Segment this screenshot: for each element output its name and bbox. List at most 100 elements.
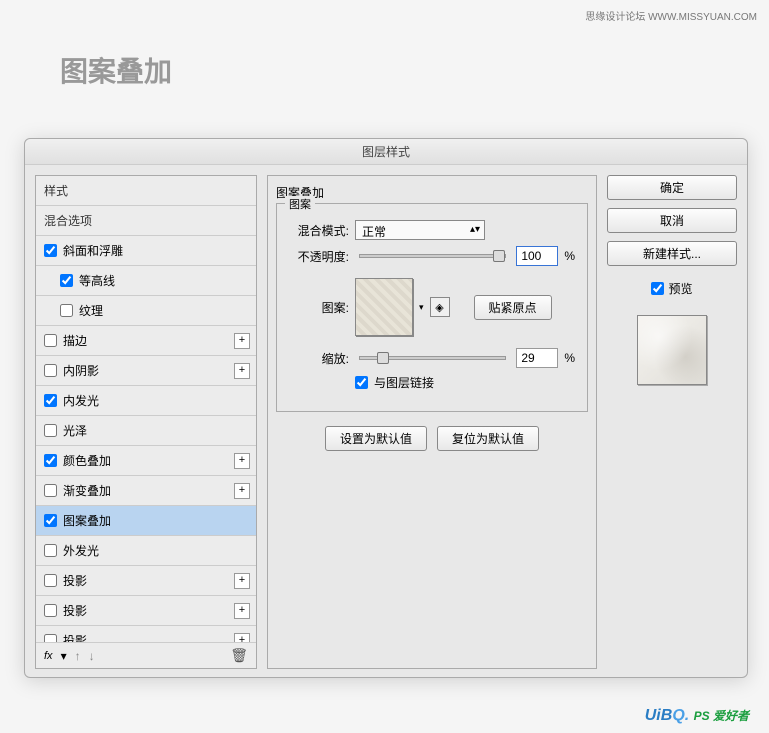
style-label: 渐变叠加 [63, 482, 111, 499]
style-checkbox[interactable] [60, 304, 73, 317]
watermark: UiBQ. PS 爱好者 [645, 707, 749, 725]
style-row[interactable]: 描边 + [36, 326, 256, 356]
style-row[interactable]: 等高线 [36, 266, 256, 296]
styles-list-panel: 样式混合选项斜面和浮雕等高线纹理描边 + 内阴影 + 内发光光泽颜色叠加 + 渐变叠加 + 图案… [35, 175, 257, 669]
new-style-button[interactable]: 新建样式... [607, 241, 737, 266]
opacity-slider[interactable] [359, 254, 506, 258]
style-checkbox[interactable] [44, 334, 57, 347]
style-checkbox[interactable] [44, 544, 57, 557]
add-effect-icon[interactable]: + [234, 633, 250, 643]
preview-checkbox[interactable] [651, 282, 664, 295]
add-effect-icon[interactable]: + [234, 333, 250, 349]
style-label: 内阴影 [63, 362, 99, 379]
style-checkbox[interactable] [44, 364, 57, 377]
style-checkbox[interactable] [44, 604, 57, 617]
style-row[interactable]: 混合选项 [36, 206, 256, 236]
style-label: 外发光 [63, 542, 99, 559]
style-checkbox[interactable] [60, 274, 73, 287]
right-button-panel: 确定 取消 新建样式... 预览 [607, 175, 737, 669]
source-caption: 思缘设计论坛 WWW.MISSYUAN.COM [585, 8, 757, 23]
style-row[interactable]: 投影 + [36, 566, 256, 596]
style-label: 纹理 [79, 302, 103, 319]
style-checkbox[interactable] [44, 424, 57, 437]
style-checkbox[interactable] [44, 454, 57, 467]
styles-list: 样式混合选项斜面和浮雕等高线纹理描边 + 内阴影 + 内发光光泽颜色叠加 + 渐变叠加 + 图案… [36, 176, 256, 642]
opacity-label: 不透明度: [289, 248, 349, 265]
style-row[interactable]: 渐变叠加 + [36, 476, 256, 506]
style-checkbox[interactable] [44, 484, 57, 497]
style-row[interactable]: 样式 [36, 176, 256, 206]
style-label: 等高线 [79, 272, 115, 289]
style-row[interactable]: 斜面和浮雕 [36, 236, 256, 266]
style-checkbox[interactable] [44, 634, 57, 642]
add-effect-icon[interactable]: + [234, 483, 250, 499]
blend-mode-label: 混合模式: [289, 222, 349, 239]
style-row[interactable]: 外发光 [36, 536, 256, 566]
add-effect-icon[interactable]: + [234, 453, 250, 469]
style-row[interactable]: 颜色叠加 + [36, 446, 256, 476]
fx-menu[interactable]: fx [44, 650, 53, 662]
style-row[interactable]: 光泽 [36, 416, 256, 446]
style-label: 图案叠加 [63, 512, 111, 529]
preview-label: 预览 [668, 280, 692, 297]
style-row[interactable]: 图案叠加 [36, 506, 256, 536]
layer-style-dialog: 图层样式 样式混合选项斜面和浮雕等高线纹理描边+内阴影+内发光光泽颜色叠加+渐变… [24, 138, 748, 678]
add-effect-icon[interactable]: + [234, 573, 250, 589]
pattern-dropdown-icon[interactable]: ▾ [419, 302, 424, 313]
dialog-title: 图层样式 [25, 139, 747, 165]
link-layer-checkbox[interactable] [355, 376, 368, 389]
scale-label: 缩放: [289, 350, 349, 367]
style-label: 混合选项 [44, 212, 92, 229]
move-up-icon[interactable]: ↑ [75, 649, 81, 663]
slider-thumb[interactable] [493, 250, 505, 262]
style-checkbox[interactable] [44, 514, 57, 527]
link-layer-label: 与图层链接 [374, 374, 434, 391]
chevron-updown-icon: ▴▾ [470, 224, 480, 235]
style-label: 斜面和浮雕 [63, 242, 123, 259]
styles-footer: fx ▾ ↑ ↓ 🗑 [36, 642, 256, 668]
style-checkbox[interactable] [44, 244, 57, 257]
trash-icon[interactable]: 🗑 [230, 647, 248, 664]
style-checkbox[interactable] [44, 574, 57, 587]
move-down-icon[interactable]: ↓ [89, 649, 95, 663]
style-label: 描边 [63, 332, 87, 349]
slider-thumb[interactable] [377, 352, 389, 364]
style-row[interactable]: 内发光 [36, 386, 256, 416]
scale-slider[interactable] [359, 356, 506, 360]
style-label: 投影 [63, 602, 87, 619]
preview-thumbnail [637, 315, 707, 385]
style-label: 投影 [63, 572, 87, 589]
set-default-button[interactable]: 设置为默认值 [325, 426, 427, 451]
style-checkbox[interactable] [44, 394, 57, 407]
add-effect-icon[interactable]: + [234, 603, 250, 619]
style-row[interactable]: 投影 + [36, 596, 256, 626]
percent-label: % [564, 249, 575, 263]
style-label: 样式 [44, 182, 68, 199]
add-effect-icon[interactable]: + [234, 363, 250, 379]
settings-panel: 图案叠加 图案 混合模式: 正常 ▴▾ 不透明度: 100 % [267, 175, 597, 669]
style-label: 颜色叠加 [63, 452, 111, 469]
pattern-thumbnail[interactable] [355, 278, 413, 336]
blend-mode-select[interactable]: 正常 ▴▾ [355, 220, 485, 240]
style-row[interactable]: 内阴影 + [36, 356, 256, 386]
style-row[interactable]: 投影 + [36, 626, 256, 642]
reset-default-button[interactable]: 复位为默认值 [437, 426, 539, 451]
pattern-fieldset: 图案 混合模式: 正常 ▴▾ 不透明度: 100 % 图案: [276, 203, 588, 412]
settings-title: 图案叠加 [276, 184, 588, 201]
percent-label: % [564, 351, 575, 365]
style-row[interactable]: 纹理 [36, 296, 256, 326]
create-pattern-icon[interactable]: ◈ [430, 297, 450, 317]
cancel-button[interactable]: 取消 [607, 208, 737, 233]
style-label: 光泽 [63, 422, 87, 439]
opacity-input[interactable]: 100 [516, 246, 558, 266]
fieldset-legend: 图案 [285, 196, 315, 212]
scale-input[interactable]: 29 [516, 348, 558, 368]
page-title: 图案叠加 [60, 50, 172, 90]
style-label: 投影 [63, 632, 87, 642]
ok-button[interactable]: 确定 [607, 175, 737, 200]
snap-origin-button[interactable]: 贴紧原点 [474, 295, 552, 320]
style-label: 内发光 [63, 392, 99, 409]
blend-mode-value: 正常 [362, 225, 386, 239]
pattern-label: 图案: [289, 299, 349, 316]
fx-dropdown-icon[interactable]: ▾ [61, 649, 67, 663]
